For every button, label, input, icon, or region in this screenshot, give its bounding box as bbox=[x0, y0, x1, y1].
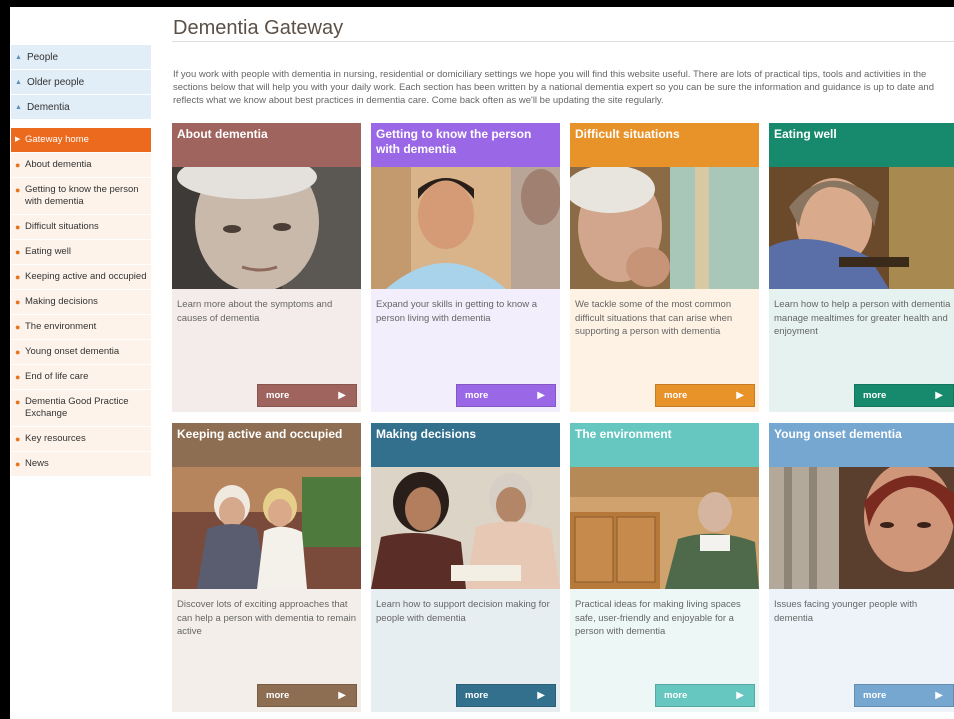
sidebar-item-keeping-active[interactable]: ● Keeping active and occupied bbox=[11, 265, 151, 290]
card-difficult-situations: Difficult situations We tackle some of t… bbox=[570, 123, 759, 412]
sidebar-item-key-resources[interactable]: ● Key resources bbox=[11, 427, 151, 452]
triangle-up-icon: ▲ bbox=[15, 78, 22, 86]
bullet-icon: ● bbox=[15, 347, 21, 357]
card-description: Issues facing younger people with dement… bbox=[774, 599, 918, 624]
more-button[interactable]: more ▶ bbox=[257, 684, 357, 707]
sidebar-item-eating-well[interactable]: ● Eating well bbox=[11, 240, 151, 265]
sidebar-item-about-dementia[interactable]: ● About dementia bbox=[11, 153, 151, 178]
card-description: Learn how to help a person with dementia… bbox=[774, 299, 951, 337]
section-nav: ▶ Gateway home ● About dementia ● Getting t… bbox=[11, 128, 151, 477]
bullet-icon: ● bbox=[15, 272, 21, 282]
card-young-onset: Young onset dementia Issues facing young… bbox=[769, 423, 954, 712]
sidebar: ▲ People ▲ Older people ▲ Dementia ▶ Gateway… bbox=[11, 45, 151, 477]
play-arrow-icon: ▶ bbox=[736, 690, 744, 701]
more-button[interactable]: more ▶ bbox=[456, 384, 556, 407]
sidebar-item-difficult-situations[interactable]: ● Difficult situations bbox=[11, 215, 151, 240]
play-arrow-icon: ▶ bbox=[935, 390, 943, 401]
title-divider bbox=[172, 41, 954, 42]
card-title[interactable]: About dementia bbox=[172, 123, 361, 167]
sidebar-item-making-decisions[interactable]: ● Making decisions bbox=[11, 290, 151, 315]
top-nav-item-people[interactable]: ▲ People bbox=[11, 45, 151, 70]
card-description: Discover lots of exciting approaches tha… bbox=[177, 599, 357, 637]
card-keeping-active: Keeping active and occupied Discover lot… bbox=[172, 423, 361, 712]
card-description: Learn how to support decision making for… bbox=[376, 599, 550, 624]
card-making-decisions: Making decisions Learn how to support de… bbox=[371, 423, 560, 712]
play-arrow-icon: ▶ bbox=[338, 390, 346, 401]
photo-elderly-woman[interactable] bbox=[172, 167, 361, 289]
top-nav-item-older-people[interactable]: ▲ Older people bbox=[11, 70, 151, 95]
sidebar-item-young-onset[interactable]: ● Young onset dementia bbox=[11, 340, 151, 365]
more-button[interactable]: more ▶ bbox=[655, 384, 755, 407]
intro-text: If you work with people with dementia in… bbox=[173, 69, 934, 106]
bullet-icon: ● bbox=[15, 459, 21, 469]
play-arrow-icon: ▶ bbox=[537, 690, 545, 701]
card-getting-to-know: Getting to know the person with dementia… bbox=[371, 123, 560, 412]
photo-women-reading[interactable] bbox=[371, 467, 560, 589]
photo-man-in-kitchen[interactable] bbox=[570, 467, 759, 589]
card-title[interactable]: Eating well bbox=[769, 123, 954, 167]
bullet-icon: ● bbox=[15, 185, 21, 195]
triangle-up-icon: ▲ bbox=[15, 103, 22, 111]
bullet-icon: ● bbox=[15, 397, 21, 407]
more-button[interactable]: more ▶ bbox=[257, 384, 357, 407]
sidebar-item-end-of-life[interactable]: ● End of life care bbox=[11, 365, 151, 390]
card-description: Practical ideas for making living spaces… bbox=[575, 599, 741, 637]
bullet-icon: ● bbox=[15, 222, 21, 232]
sidebar-item-good-practice[interactable]: ● Dementia Good Practice Exchange bbox=[11, 390, 151, 427]
photo-elderly-woman-eating[interactable] bbox=[769, 167, 954, 289]
card-title[interactable]: Young onset dementia bbox=[769, 423, 954, 467]
triangle-up-icon: ▲ bbox=[15, 53, 22, 61]
card-title[interactable]: The environment bbox=[570, 423, 759, 467]
sidebar-item-news[interactable]: ● News bbox=[11, 452, 151, 477]
more-button[interactable]: more ▶ bbox=[655, 684, 755, 707]
play-arrow-icon: ▶ bbox=[537, 390, 545, 401]
play-arrow-icon: ▶ bbox=[736, 390, 744, 401]
card-title[interactable]: Getting to know the person with dementia bbox=[371, 123, 560, 167]
photo-woman-by-window[interactable] bbox=[769, 467, 954, 589]
window-frame-left bbox=[0, 0, 10, 719]
play-arrow-icon: ▶ bbox=[935, 690, 943, 701]
card-title[interactable]: Difficult situations bbox=[570, 123, 759, 167]
card-description: We tackle some of the most common diffic… bbox=[575, 299, 733, 337]
photo-carer-smiling[interactable] bbox=[371, 167, 560, 289]
bullet-icon: ● bbox=[15, 297, 21, 307]
bullet-icon: ● bbox=[15, 322, 21, 332]
sidebar-item-gateway-home[interactable]: ▶ Gateway home bbox=[11, 128, 151, 153]
bullet-icon: ● bbox=[15, 372, 21, 382]
card-title[interactable]: Keeping active and occupied bbox=[172, 423, 361, 467]
card-title[interactable]: Making decisions bbox=[371, 423, 560, 467]
bullet-icon: ● bbox=[15, 247, 21, 257]
more-button[interactable]: more ▶ bbox=[456, 684, 556, 707]
bullet-icon: ● bbox=[15, 434, 21, 444]
sidebar-item-environment[interactable]: ● The environment bbox=[11, 315, 151, 340]
window-frame-top bbox=[0, 0, 954, 7]
card-description: Expand your skills in getting to know a … bbox=[376, 299, 538, 324]
card-environment: The environment Practical ideas for maki… bbox=[570, 423, 759, 712]
more-button[interactable]: more ▶ bbox=[854, 684, 954, 707]
page-title: Dementia Gateway bbox=[173, 17, 344, 39]
bullet-icon: ● bbox=[15, 160, 21, 170]
top-nav-item-dementia[interactable]: ▲ Dementia bbox=[11, 95, 151, 120]
card-description: Learn more about the symptoms and causes… bbox=[177, 299, 333, 324]
photo-elderly-woman-thinking[interactable] bbox=[570, 167, 759, 289]
play-arrow-icon: ▶ bbox=[338, 690, 346, 701]
sidebar-item-getting-to-know[interactable]: ● Getting to know the person with dementi… bbox=[11, 178, 151, 215]
more-button[interactable]: more ▶ bbox=[854, 384, 954, 407]
photo-two-women-walking[interactable] bbox=[172, 467, 361, 589]
card-eating-well: Eating well Learn how to help a person w… bbox=[769, 123, 954, 412]
card-about-dementia: About dementia Learn more about the symp… bbox=[172, 123, 361, 412]
arrow-right-icon: ▶ bbox=[15, 136, 21, 143]
top-nav: ▲ People ▲ Older people ▲ Dementia bbox=[11, 45, 151, 120]
